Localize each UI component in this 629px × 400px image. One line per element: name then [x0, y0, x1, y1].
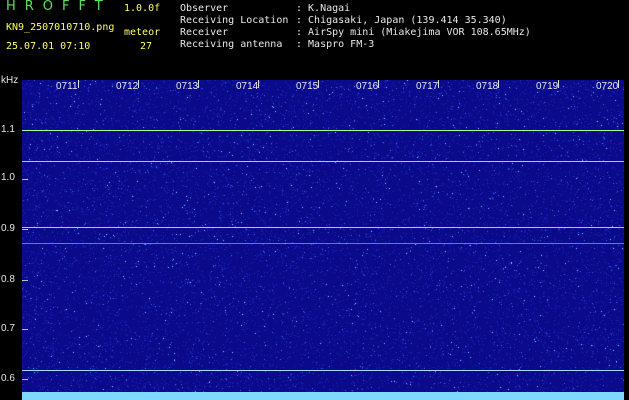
- y-tick: [22, 379, 28, 380]
- datetime-label: 25.07.01 07:10: [6, 41, 91, 52]
- x-tick: [558, 80, 559, 88]
- location-label: Receiving Location: [180, 15, 289, 26]
- x-label: 0712: [116, 81, 139, 92]
- y-tick: [22, 280, 28, 281]
- signal-line: [22, 243, 624, 244]
- x-tick: [198, 80, 199, 88]
- x-tick: [318, 80, 319, 88]
- axis-unit-label: kHz: [1, 75, 19, 86]
- filename-label: KN9_2507010710.png: [6, 22, 115, 33]
- x-tick: [438, 80, 439, 88]
- signal-line: [22, 130, 624, 131]
- signal-line: [22, 161, 624, 162]
- y-tick: [22, 179, 28, 180]
- x-tick: [138, 80, 139, 88]
- y-label: 1.1: [1, 124, 15, 135]
- y-label: 0.8: [1, 274, 15, 285]
- x-label: 0716: [356, 81, 379, 92]
- x-label: 0719: [536, 81, 559, 92]
- meteor-label: meteor: [124, 27, 161, 38]
- spectrogram-plot: [22, 80, 624, 400]
- x-tick: [618, 80, 619, 88]
- x-label: 0715: [296, 81, 319, 92]
- observer-label: Observer: [180, 3, 229, 14]
- x-label: 0714: [236, 81, 259, 92]
- spectrogram-noise: [22, 80, 624, 400]
- app-title: HROFFT: [6, 0, 112, 14]
- y-label: 0.7: [1, 323, 15, 334]
- location-value: : Chigasaki, Japan (139.414 35.340): [296, 15, 507, 26]
- y-tick: [22, 229, 28, 230]
- y-label: 1.0: [1, 172, 15, 183]
- y-label: 0.9: [1, 223, 15, 234]
- receiver-value: : AirSpy mini (Miakejima VOR 108.65MHz): [296, 27, 531, 38]
- signal-line: [22, 227, 624, 228]
- x-tick: [258, 80, 259, 88]
- meteor-count: 27: [140, 41, 153, 52]
- power-bar: [22, 392, 624, 400]
- y-tick: [22, 329, 28, 330]
- antenna-label: Receiving antenna: [180, 39, 283, 50]
- antenna-value: : Maspro FM-3: [296, 39, 375, 50]
- x-label: 0720: [596, 81, 619, 92]
- x-label: 0713: [176, 81, 199, 92]
- observer-value: : K.Nagai: [296, 3, 351, 14]
- x-label: 0717: [416, 81, 439, 92]
- receiver-label: Receiver: [180, 27, 229, 38]
- x-tick: [378, 80, 379, 88]
- x-label: 0718: [476, 81, 499, 92]
- x-label: 0711: [56, 81, 78, 92]
- x-tick: [78, 80, 79, 88]
- version-label: 1.0.0f: [124, 3, 161, 14]
- y-label: 0.6: [1, 373, 15, 384]
- x-tick: [498, 80, 499, 88]
- baseline-line: [22, 370, 624, 371]
